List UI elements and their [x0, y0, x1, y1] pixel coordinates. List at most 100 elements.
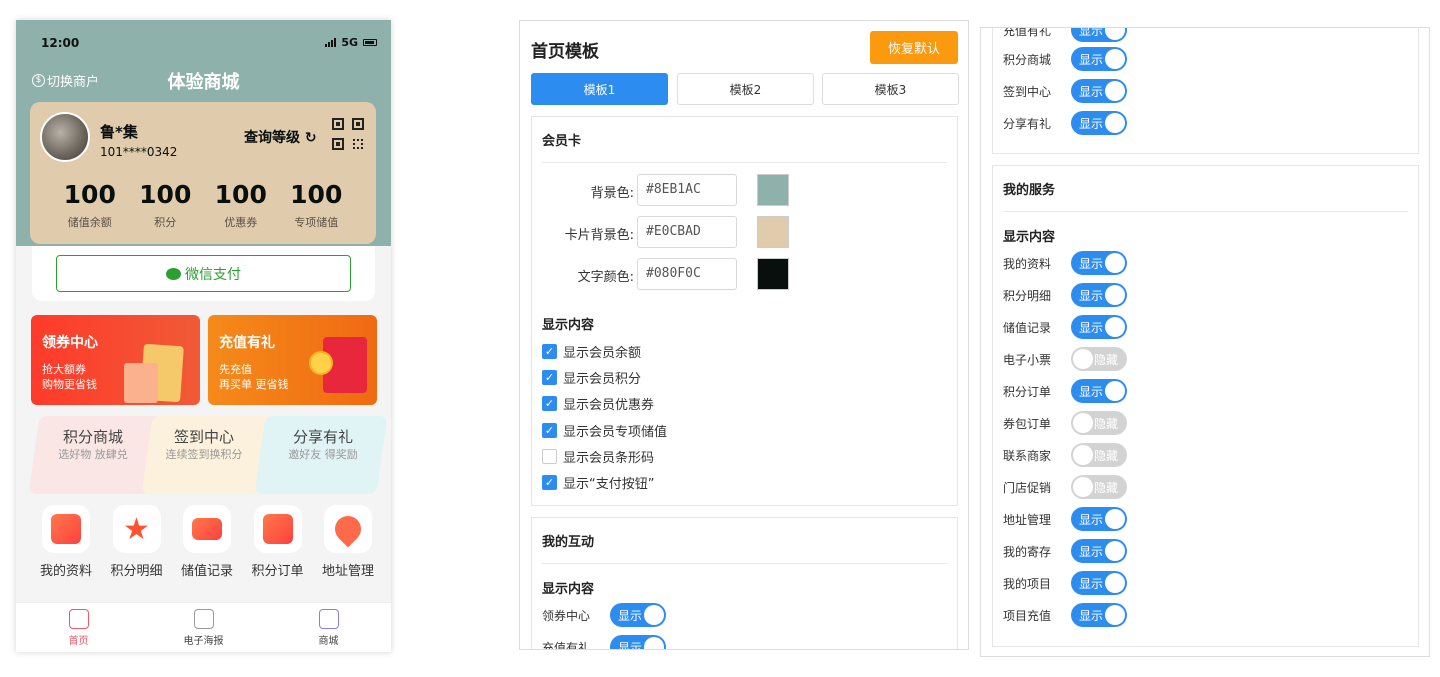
toggle-switch[interactable]: 显示: [1071, 571, 1127, 595]
toggle-switch[interactable]: 显示: [1071, 28, 1127, 42]
card-bg-color-swatch[interactable]: [757, 216, 789, 248]
tab-points-mall-label: 积分商城: [62, 428, 123, 446]
coupon-illustration: [124, 363, 158, 403]
query-level-label: 查询等级: [244, 130, 300, 146]
icon-stored-value[interactable]: 储值记录: [173, 505, 241, 579]
phone-preview: 12:00 5G $ 切换商户 体验商城 鲁*集 101****0342 查询等…: [16, 20, 391, 652]
toggle-row-checkin-center: 签到中心 显示: [1003, 79, 1127, 103]
reset-default-button[interactable]: 恢复默认: [870, 31, 958, 64]
tabbar-poster[interactable]: 电子海报: [159, 603, 249, 652]
toggle-row-contact-merchant: 联系商家 隐藏: [1003, 443, 1127, 467]
toggle-row-project-recharge: 项目充值 显示: [1003, 603, 1127, 627]
avatar: [40, 112, 90, 162]
toggle-row-recharge-gift: 充值有礼 显示: [542, 635, 666, 649]
tab-share-sub: 邀好友 得奖励: [288, 448, 358, 461]
toggle-row-address: 地址管理 显示: [1003, 507, 1127, 531]
member-card: 鲁*集 101****0342 查询等级 ↻ 100 储值余额 100 积分 100…: [30, 102, 376, 244]
pay-panel: 微信支付: [32, 246, 375, 301]
tab-checkin-label: 签到中心: [173, 428, 234, 446]
toggle-switch[interactable]: 显示: [1071, 47, 1127, 71]
toggle-switch[interactable]: 显示: [1071, 539, 1127, 563]
stat-special-balance[interactable]: 100 专项储值: [283, 180, 349, 230]
toggle-row-coupon-order: 券包订单 隐藏: [1003, 411, 1127, 435]
toggle-switch[interactable]: 显示: [1071, 111, 1127, 135]
toggle-switch[interactable]: 显示: [1071, 603, 1127, 627]
option-special-balance[interactable]: ✓ 显示会员专项储值: [542, 421, 667, 440]
icon-points-detail[interactable]: ★ 积分明细: [103, 505, 171, 579]
icon-points-order[interactable]: 积分订单: [244, 505, 312, 579]
icon-address[interactable]: 地址管理: [314, 505, 382, 579]
stat-coupons[interactable]: 100 优惠券: [208, 180, 274, 230]
coin-illustration: [309, 351, 333, 375]
text-color-row: 文字颜色: #080F0C: [532, 258, 832, 290]
checkbox-unchecked-icon: [542, 449, 557, 464]
checkbox-checked-icon: ✓: [542, 423, 557, 438]
interaction-content-heading: 显示内容: [542, 582, 595, 597]
text-color-input[interactable]: #080F0C: [637, 258, 737, 290]
query-level-link[interactable]: 查询等级 ↻: [244, 127, 317, 147]
interaction-section-continued: 充值有礼 显示 积分商城 显示 签到中心 显示 分享有礼 显示: [992, 28, 1419, 154]
icon-my-profile[interactable]: 我的资料: [32, 505, 100, 579]
status-time: 12:00: [41, 36, 80, 50]
interaction-heading: 我的互动: [542, 531, 947, 564]
toggle-switch[interactable]: 显示: [1071, 283, 1127, 307]
member-name: 鲁*集: [100, 123, 138, 141]
toggle-switch[interactable]: 隐藏: [1071, 475, 1127, 499]
cart-icon: [318, 609, 339, 629]
member-card-heading: 会员卡: [542, 130, 947, 163]
document-icon: [51, 514, 81, 544]
stat-points[interactable]: 100 积分: [132, 180, 198, 230]
tab-template-2[interactable]: 模板2: [677, 73, 814, 105]
tabbar-mall[interactable]: 商城: [284, 603, 374, 652]
toggle-switch[interactable]: 隐藏: [1071, 411, 1127, 435]
promo-coupon-center[interactable]: 领券中心 抢大额券 购物更省钱: [31, 315, 200, 405]
tab-template-1[interactable]: 模板1: [531, 73, 668, 105]
toggle-switch[interactable]: 隐藏: [1071, 347, 1127, 371]
toggle-switch[interactable]: 显示: [1071, 379, 1127, 403]
toggle-switch[interactable]: 显示: [610, 635, 666, 649]
tab-template-3[interactable]: 模板3: [822, 73, 959, 105]
poster-icon: [193, 609, 214, 629]
status-bar: 12:00 5G: [16, 34, 391, 52]
display-content-heading: 显示内容: [542, 318, 595, 333]
bg-color-input[interactable]: #8EB1AC: [637, 174, 737, 206]
card-bg-color-input[interactable]: #E0CBAD: [637, 216, 737, 248]
tabbar-home[interactable]: 首页: [34, 603, 124, 652]
toggle-switch[interactable]: 隐藏: [1071, 443, 1127, 467]
service-icons: 我的资料 ★ 积分明细 储值记录 积分订单 地址管理: [32, 505, 382, 579]
qrcode-icon[interactable]: [332, 118, 364, 150]
promo-recharge-gift[interactable]: 充值有礼 先充值 再买单 更省钱: [208, 315, 377, 405]
text-color-swatch[interactable]: [757, 258, 789, 290]
toggle-row-deposit: 我的寄存 显示: [1003, 539, 1127, 563]
services-content-heading: 显示内容: [1003, 230, 1056, 245]
card-bg-color-row: 卡片背景色: #E0CBAD: [532, 216, 832, 248]
wechat-pay-button[interactable]: 微信支付: [56, 255, 351, 292]
toggle-row-my-profile: 我的资料 显示: [1003, 251, 1127, 275]
toggle-row-coupon-center: 领券中心 显示: [542, 603, 666, 627]
bg-color-swatch[interactable]: [757, 174, 789, 206]
battery-icon: [363, 39, 377, 46]
services-heading: 我的服务: [1003, 179, 1408, 212]
toggle-switch[interactable]: 显示: [1071, 315, 1127, 339]
option-barcode[interactable]: 显示会员条形码: [542, 447, 654, 466]
toggle-switch[interactable]: 显示: [1071, 79, 1127, 103]
toggle-row-store-promo: 门店促销 隐藏: [1003, 475, 1127, 499]
toggle-switch[interactable]: 显示: [610, 603, 666, 627]
option-coupons[interactable]: ✓ 显示会员优惠券: [542, 394, 654, 413]
toggle-switch[interactable]: 显示: [1071, 251, 1127, 275]
toggle-row-points-detail: 积分明细 显示: [1003, 283, 1127, 307]
template-settings-panel: 首页模板 恢复默认 模板1 模板2 模板3 会员卡 背景色: #8EB1AC 卡…: [519, 20, 969, 650]
star-icon: ★: [123, 511, 150, 547]
option-pay-button[interactable]: ✓ 显示“支付按钮”: [542, 473, 654, 492]
member-stats: 100 储值余额 100 积分 100 优惠券 100 专项储值: [30, 180, 376, 230]
toggle-switch[interactable]: 显示: [1071, 507, 1127, 531]
refresh-icon: ↻: [300, 130, 317, 146]
option-points[interactable]: ✓ 显示会员积分: [542, 368, 641, 387]
page-title: 首页模板: [531, 42, 599, 62]
bottom-tabbar: 首页 电子海报 商城: [16, 602, 391, 652]
checkbox-checked-icon: ✓: [542, 370, 557, 385]
option-balance[interactable]: ✓ 显示会员余额: [542, 342, 641, 361]
toggle-row-my-projects: 我的项目 显示: [1003, 571, 1127, 595]
stat-balance[interactable]: 100 储值余额: [57, 180, 123, 230]
toggle-row-points-order: 积分订单 显示: [1003, 379, 1127, 403]
